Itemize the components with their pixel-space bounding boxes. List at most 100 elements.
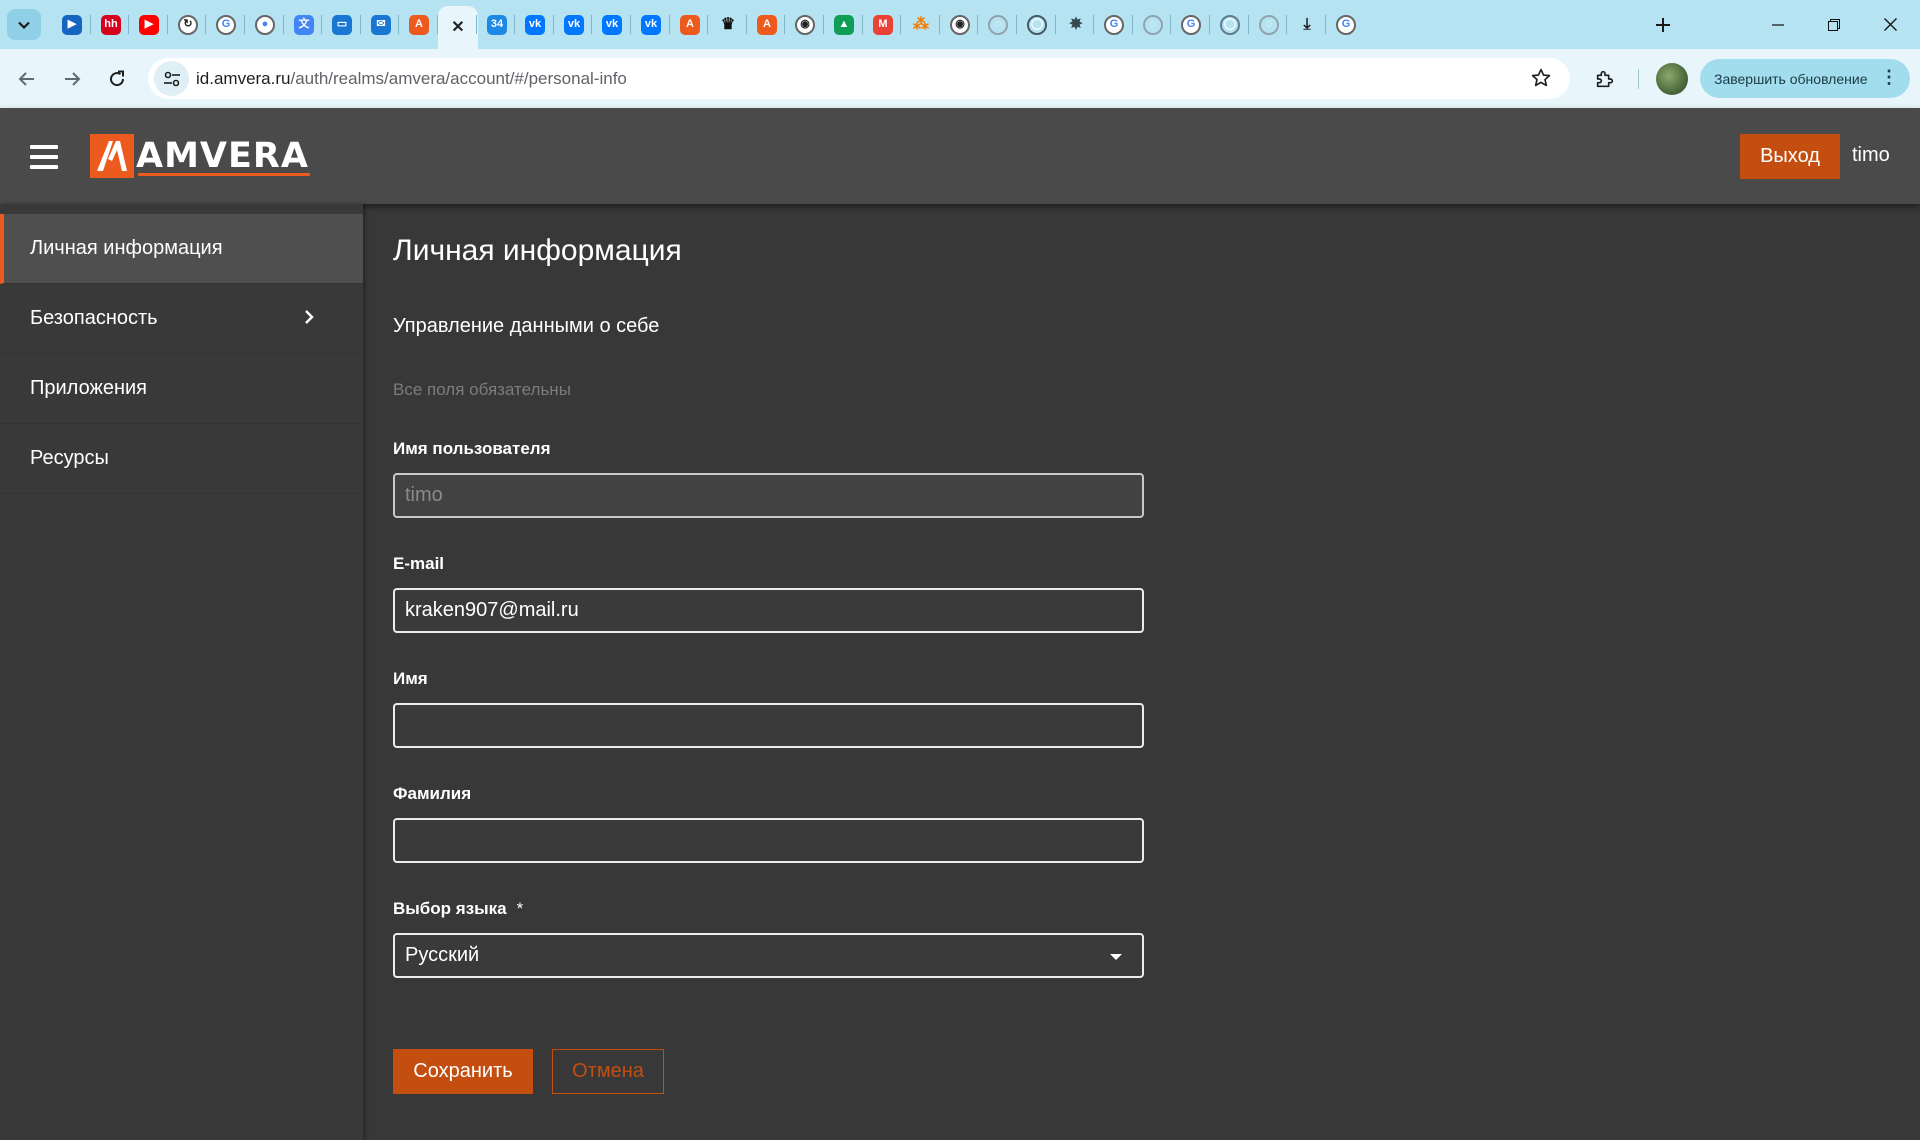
email-field[interactable]: [393, 588, 1144, 633]
browser-tab[interactable]: G: [206, 8, 246, 41]
sidebar-item-applications[interactable]: Приложения: [0, 354, 363, 424]
restore-button[interactable]: [1806, 0, 1862, 49]
browser-tab[interactable]: A: [670, 8, 710, 41]
bookmark-button[interactable]: [1530, 67, 1552, 89]
browser-tab[interactable]: G: [1171, 8, 1211, 41]
browser-tab[interactable]: ◉: [785, 8, 825, 41]
gmail-icon: M: [873, 14, 893, 35]
new-tab-button[interactable]: [1650, 12, 1676, 38]
browser-tab[interactable]: A: [747, 8, 787, 41]
browser-tab[interactable]: hh: [91, 8, 131, 41]
required-fields-note: Все поля обязательны: [393, 380, 571, 399]
puzzle-icon: [1596, 70, 1614, 88]
plus-icon: [1656, 18, 1670, 32]
reload-button[interactable]: [100, 62, 134, 96]
browser-tab[interactable]: ✸: [1056, 8, 1096, 41]
forward-button[interactable]: [55, 62, 89, 96]
address-bar[interactable]: id.amvera.ru/auth/realms/amvera/account/…: [148, 58, 1570, 99]
browser-toolbar: id.amvera.ru/auth/realms/amvera/account/…: [0, 49, 1920, 108]
update-button[interactable]: Завершить обновление ⋮: [1700, 59, 1910, 98]
save-button[interactable]: Сохранить: [393, 1049, 533, 1094]
browser-tab[interactable]: vk: [592, 8, 632, 41]
cancel-button[interactable]: Отмена: [552, 1049, 664, 1094]
first-name-field[interactable]: [393, 703, 1144, 748]
restore-icon: [1828, 18, 1840, 31]
sidebar-item-resources[interactable]: Ресурсы: [0, 424, 363, 494]
browser-tab[interactable]: 34: [477, 8, 517, 41]
browser-tab[interactable]: ●: [245, 8, 285, 41]
tab-active[interactable]: ✕: [438, 6, 478, 49]
close-icon: [1883, 18, 1897, 31]
sidebar-item-personal-info[interactable]: Личная информация: [0, 214, 363, 284]
browser-tab[interactable]: G: [1326, 8, 1366, 41]
tab-search-button[interactable]: [7, 9, 41, 40]
browser-tab[interactable]: M: [863, 8, 903, 41]
chevron-down-icon: [18, 21, 30, 29]
globe-icon: ◌: [988, 14, 1008, 35]
globe-icon: ◌: [1259, 14, 1279, 35]
globe-icon: ◌: [1143, 14, 1163, 35]
first-name-label: Имя: [393, 669, 428, 688]
back-button[interactable]: [10, 62, 44, 96]
app-icon: ⁂: [913, 15, 929, 33]
browser-tab[interactable]: vk: [631, 8, 671, 41]
download-icon: ⤓: [1303, 15, 1311, 33]
amvera-logo[interactable]: AMVERA: [90, 130, 310, 182]
browser-tab[interactable]: A: [399, 8, 439, 41]
chevron-right-icon: [305, 310, 314, 324]
browser-tab[interactable]: ▶: [52, 8, 92, 41]
google-drive-icon: ▲: [834, 14, 854, 35]
browser-tab[interactable]: ◉: [940, 8, 980, 41]
browser-tab[interactable]: ◯: [1017, 8, 1057, 41]
browser-tab[interactable]: ◌: [978, 8, 1018, 41]
crown-icon: ♛: [720, 15, 736, 33]
browser-tab[interactable]: ⁂: [901, 8, 941, 41]
sidebar-item-security[interactable]: Безопасность: [0, 284, 363, 354]
last-name-label: Фамилия: [393, 784, 472, 803]
hamburger-line: [30, 145, 58, 149]
google-icon: G: [1336, 14, 1356, 35]
mail-icon: ✉: [371, 14, 391, 35]
url-text: id.amvera.ru/auth/realms/amvera/account/…: [196, 69, 627, 89]
language-select[interactable]: Русский: [393, 933, 1144, 978]
browser-tab[interactable]: vk: [515, 8, 555, 41]
profile-avatar[interactable]: [1656, 63, 1688, 95]
star-icon: [1531, 68, 1551, 87]
google-translate-icon: 文: [294, 14, 314, 35]
sidebar-item-label: Ресурсы: [30, 447, 109, 469]
logout-button[interactable]: Выход: [1740, 134, 1840, 179]
close-icon[interactable]: ✕: [448, 18, 468, 38]
toolbar-divider: [1638, 69, 1639, 89]
site-info-button[interactable]: [154, 61, 189, 96]
browser-tab[interactable]: ↻: [168, 8, 208, 41]
browser-tab[interactable]: ◌: [1249, 8, 1289, 41]
close-window-button[interactable]: [1862, 0, 1918, 49]
hamburger-line: [30, 165, 58, 169]
logo-text: AMVERA: [136, 136, 310, 176]
amvera-icon: A: [680, 14, 700, 35]
browser-tab[interactable]: ▭: [322, 8, 362, 41]
hamburger-line: [30, 155, 58, 159]
browser-tab[interactable]: vk: [554, 8, 594, 41]
browser-tab[interactable]: G: [1094, 8, 1134, 41]
browser-tab[interactable]: ◯: [1210, 8, 1250, 41]
youtube-music-icon: ▶: [62, 14, 82, 35]
browser-tab[interactable]: 文: [284, 8, 324, 41]
browser-tab[interactable]: ▲: [824, 8, 864, 41]
menu-toggle-button[interactable]: [28, 142, 60, 172]
browser-tab[interactable]: ◌: [1133, 8, 1173, 41]
browser-tab[interactable]: ▶: [129, 8, 169, 41]
more-vert-icon[interactable]: ⋮: [1880, 68, 1898, 86]
browser-tab[interactable]: ♛: [708, 8, 748, 41]
badge-34-icon: 34: [487, 14, 507, 35]
folder-icon: ▭: [332, 14, 352, 35]
browser-tab[interactable]: ⤓: [1287, 8, 1327, 41]
amvera-icon: A: [757, 14, 777, 35]
username-field[interactable]: [393, 473, 1144, 518]
extensions-button[interactable]: [1588, 62, 1622, 96]
last-name-field[interactable]: [393, 818, 1144, 863]
browser-tab[interactable]: ✉: [361, 8, 401, 41]
sidebar-nav: Личная информация Безопасность Приложени…: [0, 204, 363, 1140]
hh-icon: hh: [101, 14, 121, 35]
minimize-button[interactable]: [1750, 0, 1806, 49]
